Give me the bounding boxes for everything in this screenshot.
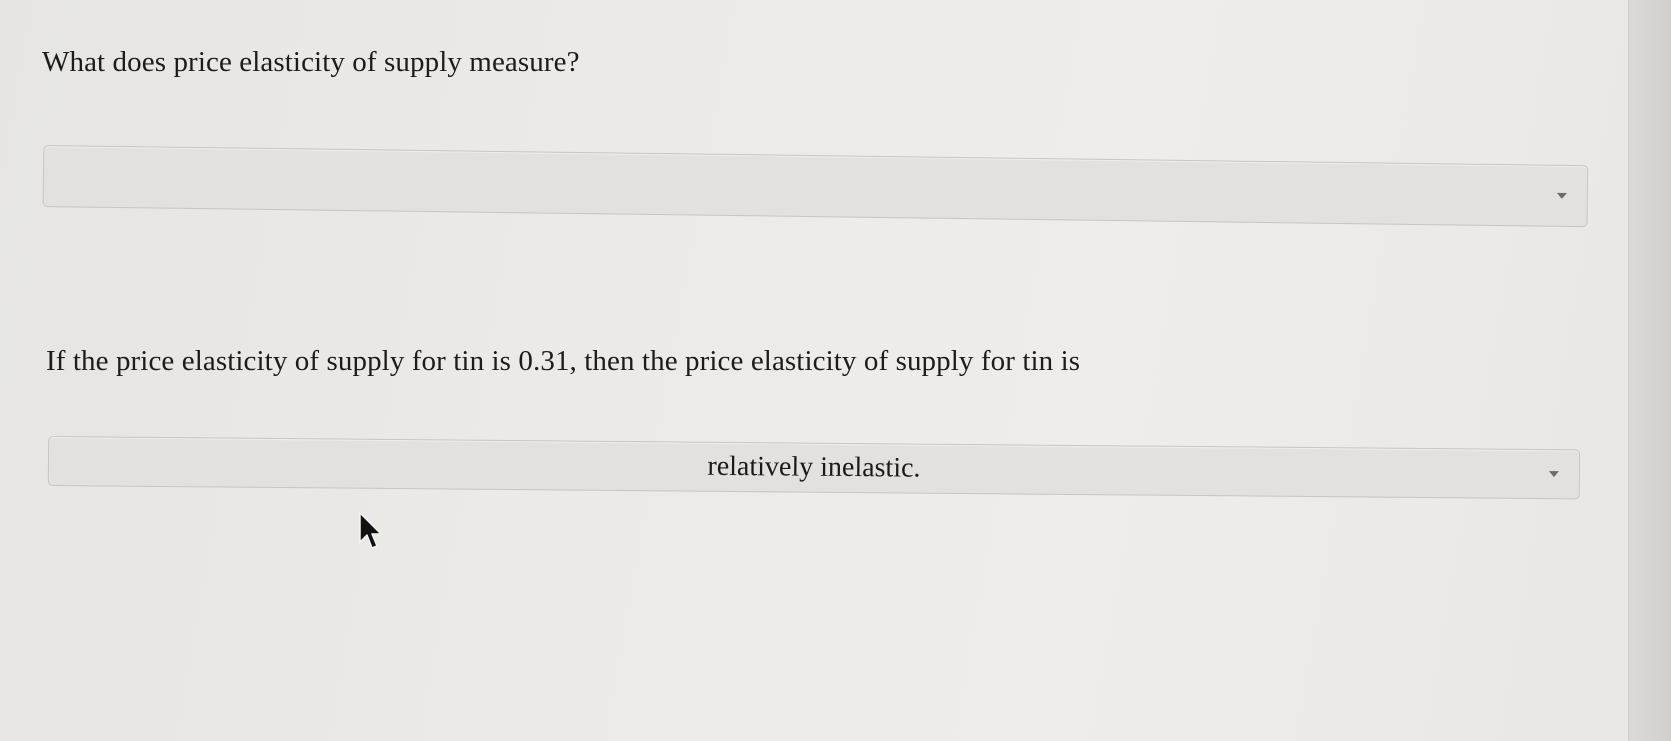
question-1-selected-value (44, 176, 1587, 196)
question-1-text: What does price elasticity of supply mea… (42, 46, 580, 78)
mouse-pointer-icon (359, 512, 382, 549)
question-2-text: If the price elasticity of supply for ti… (46, 345, 1081, 377)
chevron-down-icon[interactable] (1556, 192, 1567, 199)
screen-edge (1628, 0, 1671, 741)
chevron-down-icon[interactable] (1548, 471, 1559, 478)
question-2-dropdown[interactable]: relatively inelastic. (47, 436, 1581, 500)
question-1-dropdown[interactable] (42, 145, 1589, 228)
question-2-selected-value: relatively inelastic. (707, 450, 921, 484)
